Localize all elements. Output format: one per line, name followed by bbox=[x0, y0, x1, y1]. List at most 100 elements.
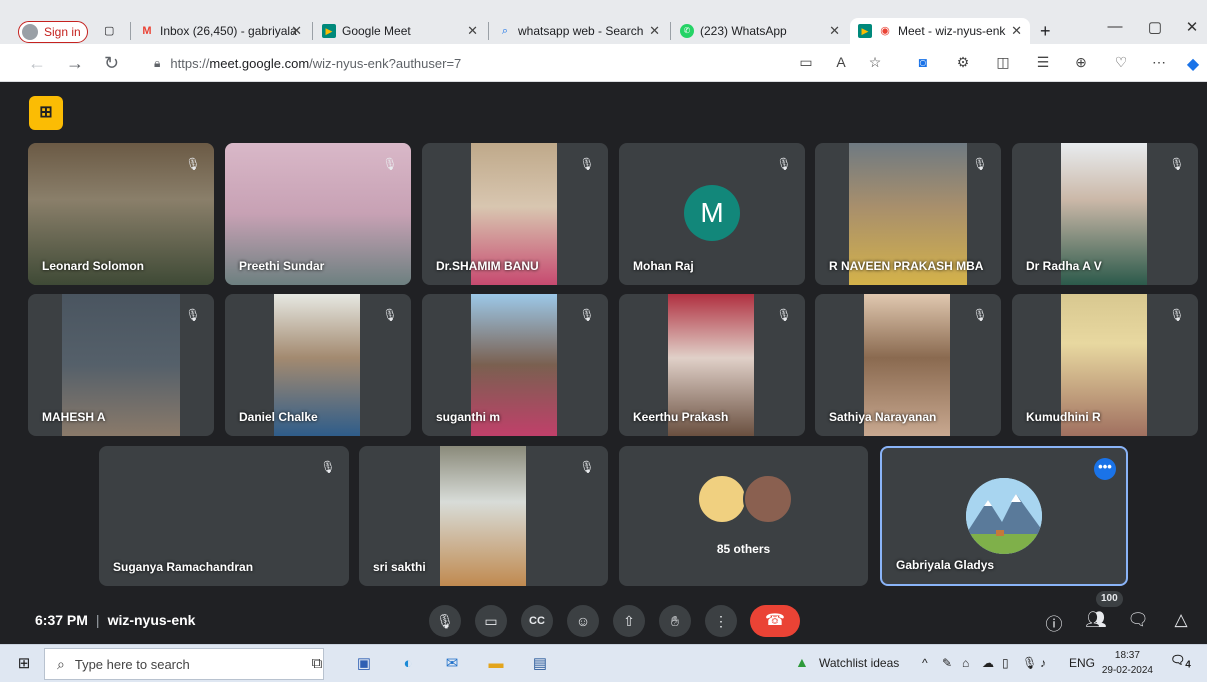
recording-icon: ◉ bbox=[880, 25, 890, 37]
mic-off-icon: 🎙︎ bbox=[382, 157, 398, 171]
participant-tile[interactable]: 🎙︎ Kumudhini R bbox=[1012, 294, 1198, 436]
close-icon[interactable]: ✕ bbox=[649, 23, 660, 39]
meeting-controls-bar: 6:37 PM | wiz-nyus-enk 🎙︎ ▭ CC ☺ ⇧ ✋︎ ⋮ ☎︎… bbox=[15, 591, 1207, 642]
pen-icon[interactable]: ✎ bbox=[942, 656, 952, 670]
mail-icon[interactable]: ✉ bbox=[440, 653, 464, 675]
participant-tile[interactable]: 🎙︎ MAHESH A bbox=[28, 294, 214, 436]
people-icon[interactable]: 👥︎ bbox=[1084, 610, 1108, 630]
url-field[interactable]: 🔒︎ https://meet.google.com/wiz-nyus-enk?… bbox=[140, 50, 780, 76]
tab-gmail[interactable]: M Inbox (26,450) - gabriyala ✕ bbox=[132, 18, 310, 44]
new-tab-button[interactable]: + bbox=[1032, 18, 1058, 44]
participant-tile[interactable]: 🎙︎ Leonard Solomon bbox=[28, 143, 214, 285]
language-indicator[interactable]: ENG bbox=[1069, 656, 1095, 670]
microphone-button[interactable]: 🎙︎ bbox=[429, 605, 461, 637]
leave-call-button[interactable]: ☎︎ bbox=[750, 605, 800, 637]
mic-off-icon: 🎙︎ bbox=[1169, 308, 1185, 322]
split-screen-icon[interactable]: ◫ bbox=[992, 54, 1014, 71]
participant-video bbox=[440, 446, 526, 586]
tab-google-meet[interactable]: ▶ Google Meet ✕ bbox=[314, 18, 486, 44]
avatar bbox=[743, 474, 793, 524]
close-icon[interactable]: ✕ bbox=[291, 23, 302, 39]
cloud-icon[interactable]: ☁ bbox=[982, 656, 994, 670]
chat-icon[interactable]: 🗨︎ bbox=[1126, 610, 1150, 630]
tab-label: Inbox (26,450) - gabriyala bbox=[160, 24, 297, 38]
close-icon[interactable]: ✕ bbox=[829, 23, 840, 39]
performance-icon[interactable]: ♡ bbox=[1110, 54, 1132, 71]
captions-button[interactable]: CC bbox=[521, 605, 553, 637]
tab-whatsapp[interactable]: ✆ (223) WhatsApp ✕ bbox=[672, 18, 848, 44]
tab-whatsapp-search[interactable]: ⌕ whatsapp web - Search ✕ bbox=[490, 18, 668, 44]
activities-icon[interactable]: △ bbox=[1169, 610, 1193, 630]
tab-meet-active[interactable]: ▶ ◉ Meet - wiz-nyus-enk ✕ bbox=[850, 18, 1030, 44]
copilot-icon[interactable]: ◆ bbox=[1182, 54, 1204, 74]
close-icon[interactable]: ✕ bbox=[467, 23, 478, 39]
participant-tile[interactable]: 🎙︎ Sathiya Narayanan bbox=[815, 294, 1001, 436]
tab-label: whatsapp web - Search bbox=[518, 24, 644, 38]
widget-label[interactable]: Watchlist ideas bbox=[819, 656, 899, 670]
favorites-bar-icon[interactable]: ☰ bbox=[1032, 54, 1054, 71]
minimize-icon[interactable]: — bbox=[1095, 18, 1135, 35]
network-icon[interactable]: ⌂ bbox=[962, 656, 969, 670]
participant-name: Preethi Sundar bbox=[239, 259, 325, 273]
more-options-button[interactable]: ••• bbox=[1094, 458, 1116, 480]
more-menu-icon[interactable]: ⋯ bbox=[1148, 54, 1170, 71]
participant-tile[interactable]: 🎙︎ Suganya Ramachandran bbox=[99, 446, 349, 586]
participant-tile[interactable]: 🎙︎ Dr Radha A V bbox=[1012, 143, 1198, 285]
sign-in-button[interactable]: Sign in bbox=[18, 21, 88, 43]
browser-tab-bar: Sign in ▢ M Inbox (26,450) - gabriyala ✕… bbox=[0, 0, 1207, 44]
participant-tile[interactable]: 🎙︎ Dr.SHAMIM BANU bbox=[422, 143, 608, 285]
favorite-icon[interactable]: ☆ bbox=[864, 54, 886, 71]
tray-expand-icon[interactable]: ^ bbox=[922, 656, 928, 670]
battery-icon[interactable]: ▯ bbox=[1002, 656, 1009, 670]
mic-tray-icon[interactable]: 🎙︎ bbox=[1022, 656, 1037, 670]
participant-tile[interactable]: 🎙︎ suganthi m bbox=[422, 294, 608, 436]
close-icon[interactable]: ✕ bbox=[1011, 23, 1022, 39]
participant-tile[interactable]: 🎙︎ Preethi Sundar bbox=[225, 143, 411, 285]
avatar bbox=[966, 478, 1042, 554]
volume-icon[interactable]: ♪ bbox=[1040, 656, 1046, 670]
edge-icon[interactable]: ◐ bbox=[396, 653, 420, 675]
taskbar-clock[interactable]: 18:37 29-02-2024 bbox=[1102, 648, 1153, 678]
file-explorer-icon[interactable]: ▬ bbox=[484, 653, 508, 675]
participant-tile[interactable]: 🎙︎ Keerthu Prakash bbox=[619, 294, 805, 436]
tab-actions-icon[interactable]: ▢ bbox=[96, 18, 128, 44]
others-tile[interactable]: 85 others bbox=[619, 446, 868, 586]
camera-button[interactable]: ▭ bbox=[475, 605, 507, 637]
search-icon: ⌕ bbox=[57, 655, 65, 672]
watchlist-icon[interactable]: ▲ bbox=[795, 654, 809, 670]
extension-icon[interactable]: ◙ bbox=[912, 54, 934, 70]
meeting-time: 6:37 PM bbox=[35, 612, 88, 628]
present-button[interactable]: ⇧ bbox=[613, 605, 645, 637]
notification-icon[interactable]: 🗨︎4 bbox=[1170, 653, 1191, 670]
extensions-icon[interactable]: ⚙ bbox=[952, 54, 974, 71]
window-close-icon[interactable]: ✕ bbox=[1172, 18, 1207, 36]
forward-icon[interactable]: → bbox=[66, 53, 84, 74]
raise-hand-button[interactable]: ✋︎ bbox=[659, 605, 691, 637]
back-icon[interactable]: ← bbox=[28, 53, 46, 74]
read-aloud-icon[interactable]: A bbox=[830, 54, 852, 70]
reload-icon[interactable]: ↻ bbox=[104, 53, 119, 74]
participant-name: Kumudhini R bbox=[1026, 410, 1101, 424]
document-app-icon[interactable]: ▤ bbox=[528, 653, 552, 675]
windows-start-icon[interactable]: ⊞ bbox=[12, 653, 36, 675]
participant-tile[interactable]: 🎙︎ Daniel Chalke bbox=[225, 294, 411, 436]
collections-icon[interactable]: ⊕ bbox=[1070, 54, 1092, 71]
participant-name: MAHESH A bbox=[42, 410, 106, 424]
participant-name: Mohan Raj bbox=[633, 259, 694, 273]
task-view-icon[interactable]: ⧉ bbox=[305, 653, 329, 675]
mic-off-icon: 🎙︎ bbox=[320, 460, 336, 474]
info-icon[interactable]: ⓘ bbox=[1042, 610, 1066, 635]
participant-tile[interactable]: 🎙︎ sri sakthi bbox=[359, 446, 608, 586]
participant-tile[interactable]: M 🎙︎ Mohan Raj bbox=[619, 143, 805, 285]
emoji-button[interactable]: ☺ bbox=[567, 605, 599, 637]
activities-icon[interactable]: ⊞ bbox=[29, 96, 63, 130]
taskbar-search[interactable]: ⌕ Type here to search bbox=[44, 648, 324, 680]
participant-name: Suganya Ramachandran bbox=[113, 560, 254, 574]
camera-permission-icon[interactable]: ▭ bbox=[795, 54, 817, 71]
participant-tile[interactable]: 🎙︎ R NAVEEN PRAKASH MBA bbox=[815, 143, 1001, 285]
store-icon[interactable]: ▣ bbox=[352, 653, 376, 675]
maximize-icon[interactable]: ▢ bbox=[1135, 18, 1175, 36]
more-options-icon[interactable]: ⋮ bbox=[705, 605, 737, 637]
self-tile[interactable]: ••• Gabriyala Gladys bbox=[880, 446, 1128, 586]
sign-in-label: Sign in bbox=[44, 25, 81, 39]
